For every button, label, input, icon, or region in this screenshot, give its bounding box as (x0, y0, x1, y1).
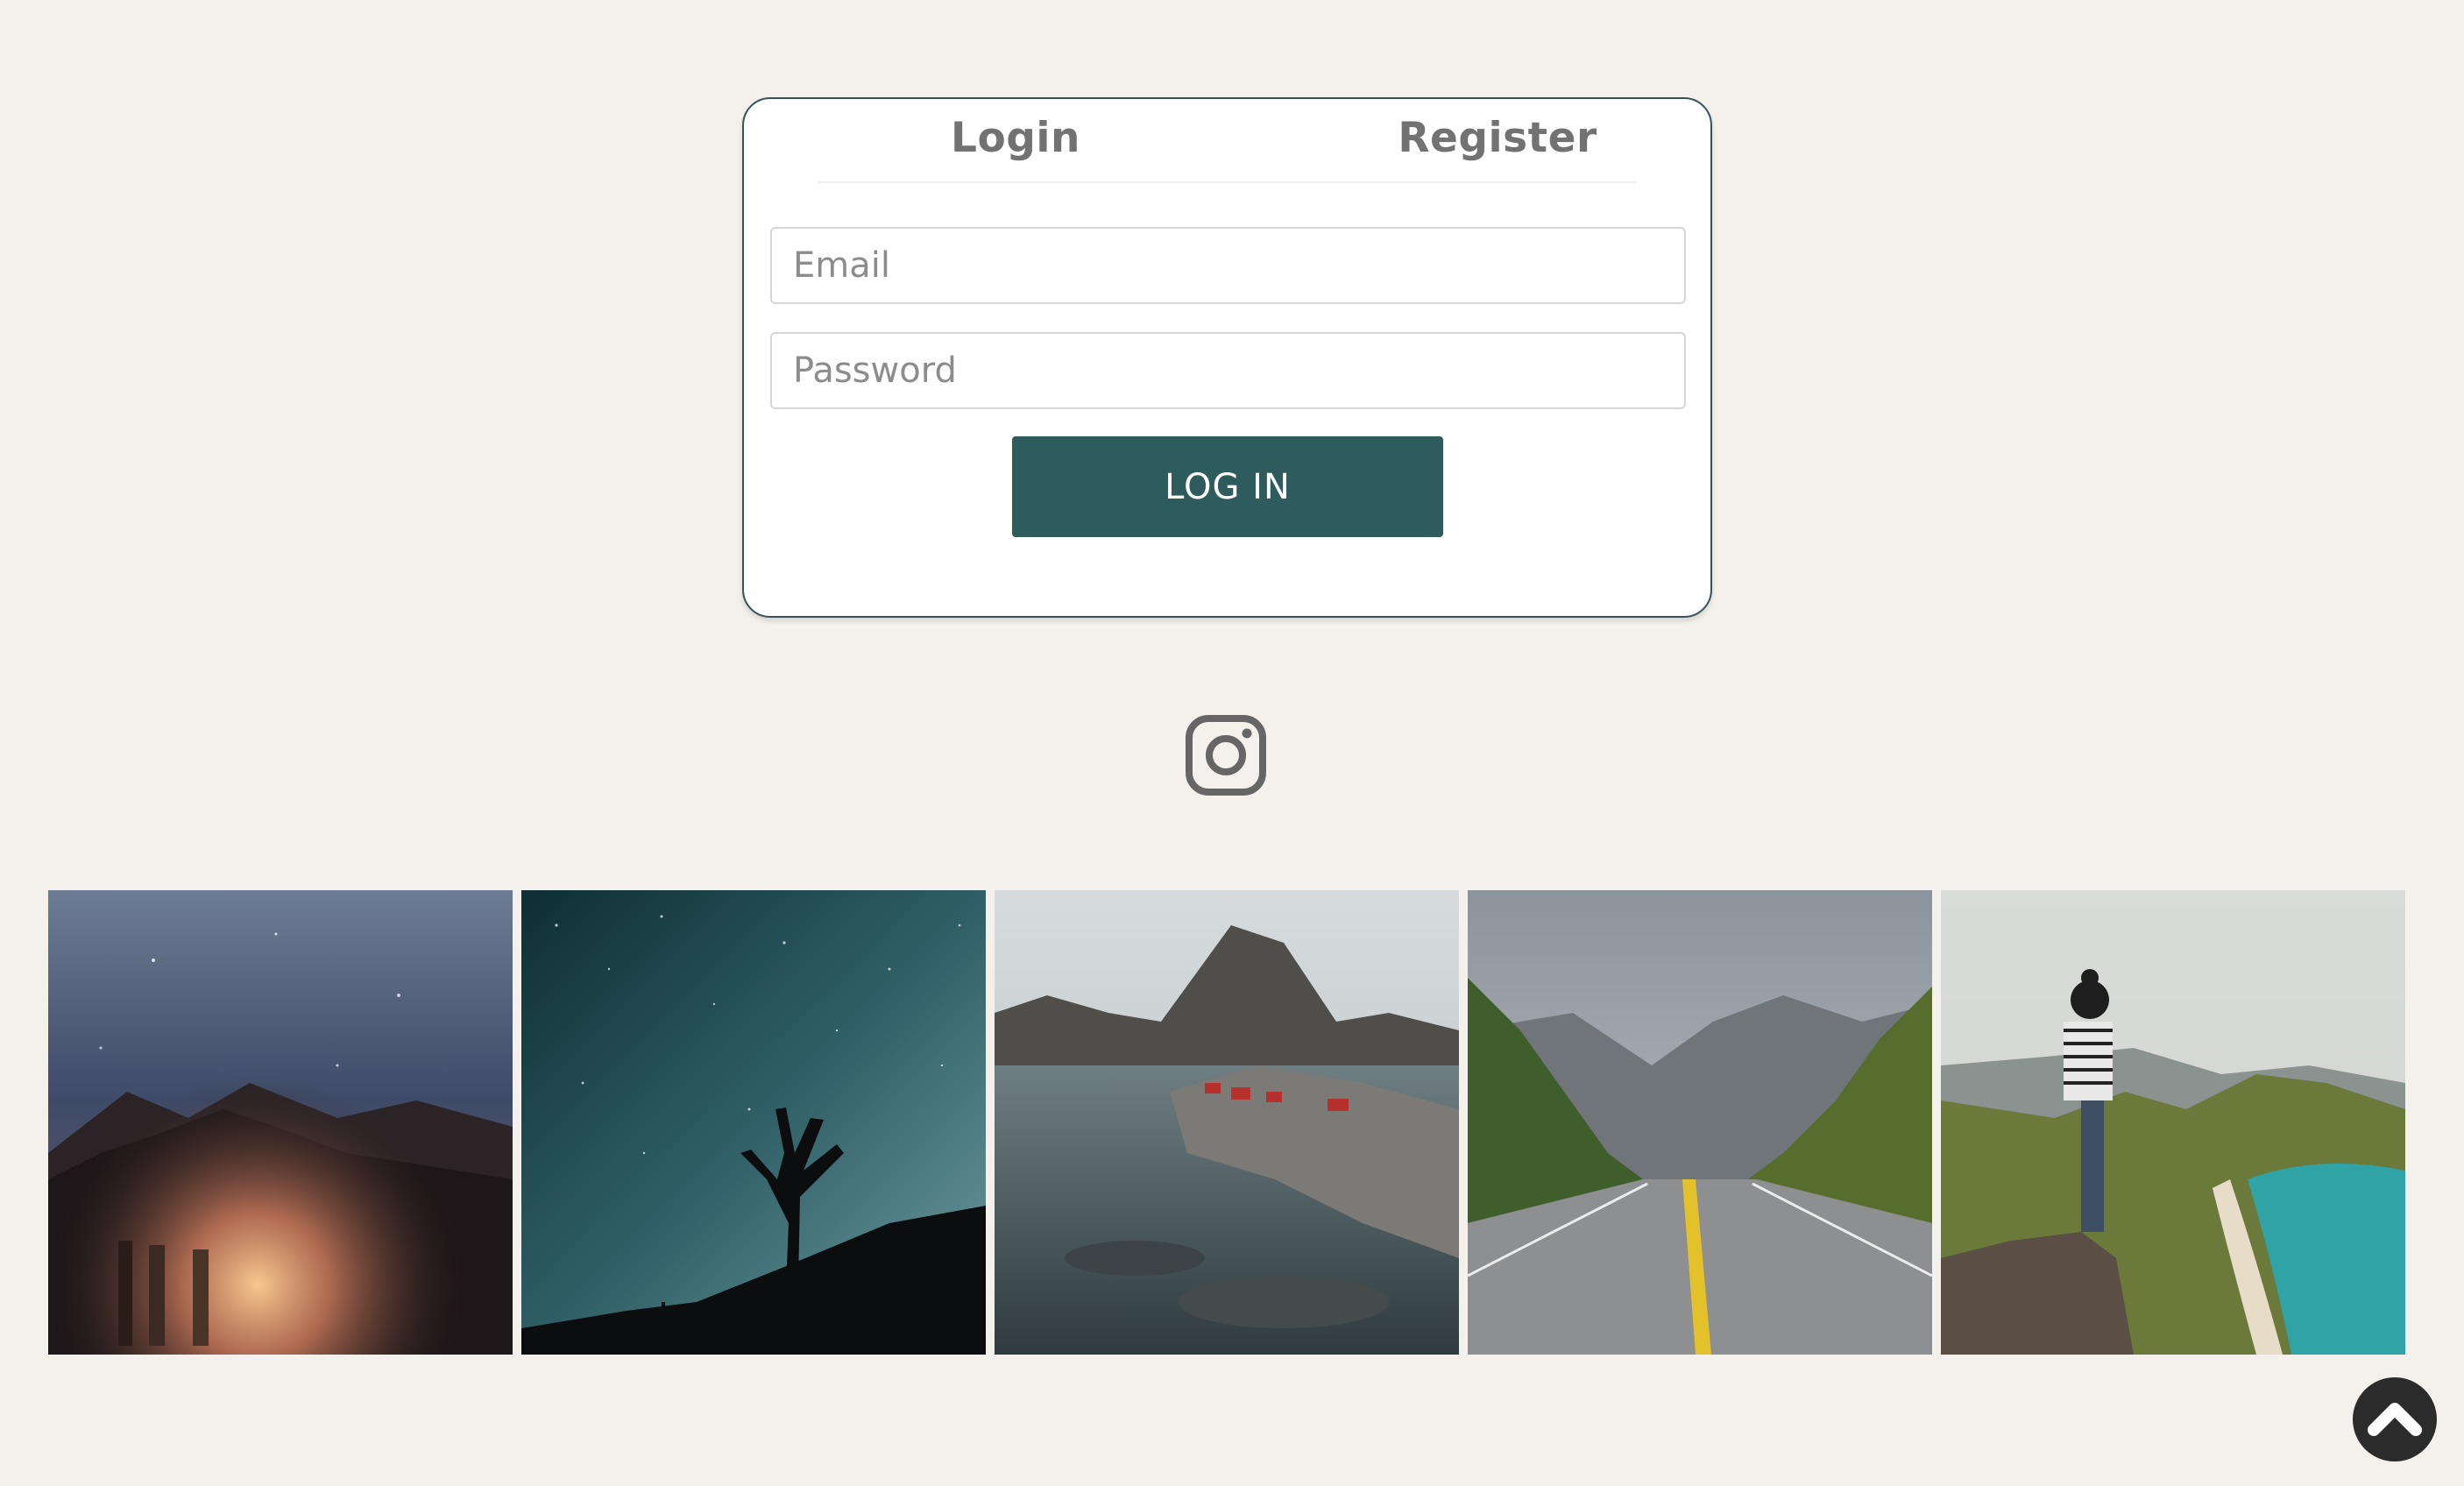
gallery-photo-campfire[interactable] (48, 890, 513, 1355)
gallery-photo-joshua-tree[interactable] (521, 890, 986, 1355)
page: Login Register LOG IN (0, 0, 2464, 1486)
instagram-icon[interactable] (1185, 714, 1267, 796)
scroll-to-top-button[interactable] (2353, 1377, 2437, 1461)
tab-login[interactable]: Login (928, 111, 1103, 164)
tab-register[interactable]: Register (1379, 111, 1616, 164)
password-field[interactable] (770, 332, 1686, 409)
email-field[interactable] (770, 227, 1686, 304)
auth-tabs: Login Register (818, 99, 1636, 183)
chevron-up-icon (2368, 1403, 2422, 1436)
gallery-photo-forest-road[interactable] (1468, 890, 1932, 1355)
gallery-photo-hiker[interactable] (1941, 890, 2405, 1355)
photo-gallery (48, 890, 2405, 1355)
login-button[interactable]: LOG IN (1012, 436, 1443, 537)
gallery-photo-coastal-village[interactable] (995, 890, 1459, 1355)
auth-card: Login Register LOG IN (742, 97, 1712, 618)
